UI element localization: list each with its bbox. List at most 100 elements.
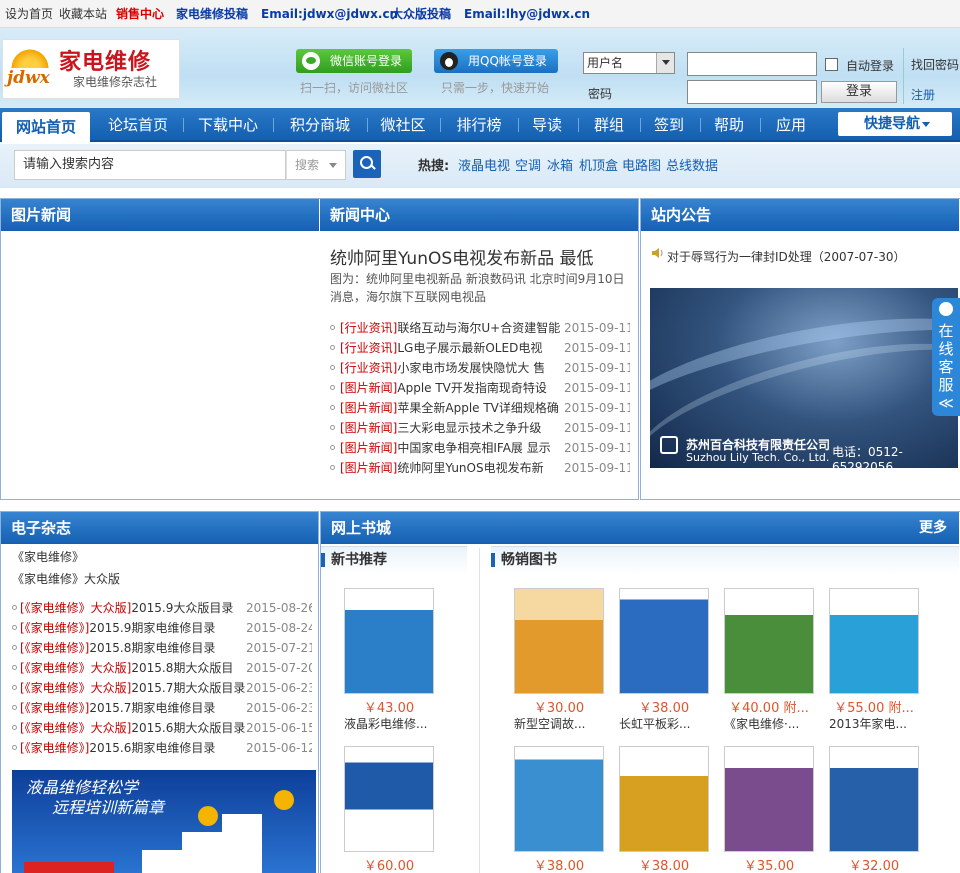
book-cover[interactable] bbox=[344, 588, 434, 694]
nav-item-groups[interactable]: 群组 bbox=[584, 108, 634, 142]
list-item[interactable]: [《家电维修》]2015.6期家电维修目录 2015-06-12 bbox=[12, 738, 312, 758]
list-item[interactable]: [行业资讯]小家电市场发展快隐忧大 售 2015-09-11 bbox=[330, 358, 630, 378]
bestsellers-header: 畅销图书 bbox=[491, 546, 959, 574]
magazine-link[interactable]: 《家电维修》 bbox=[12, 548, 84, 565]
bookstore-header: 网上书城 更多 bbox=[321, 512, 959, 544]
person-icon bbox=[198, 806, 218, 826]
header-divider bbox=[903, 48, 904, 104]
logo-title: 家电维修 bbox=[59, 50, 152, 75]
headline-description: 图为：统帅阿里电视新品 新浪数码讯 北京时间9月10日消息，海尔旗下互联网电视品 bbox=[330, 272, 625, 304]
training-ad-banner[interactable]: 液晶维修轻松学 远程培训新篇章 bbox=[12, 770, 316, 873]
username-select-value: 用户名 bbox=[587, 56, 624, 70]
nav-item-home[interactable]: 网站首页 bbox=[2, 112, 90, 142]
register-link[interactable]: 注册 bbox=[911, 86, 935, 103]
nav-item-forum[interactable]: 论坛首页 bbox=[96, 108, 180, 142]
contribute-link[interactable]: 家电维修投稿 bbox=[176, 0, 248, 28]
book-cover[interactable] bbox=[829, 746, 919, 852]
nav-item-points-mall[interactable]: 积分商城 bbox=[276, 108, 364, 142]
hot-search-item[interactable]: 电路图 bbox=[622, 155, 661, 174]
book-name[interactable]: 长虹平板彩... bbox=[619, 715, 729, 732]
password-input[interactable] bbox=[687, 80, 817, 104]
qq-login-button[interactable]: 用QQ帐号登录 bbox=[434, 49, 558, 73]
hot-search-item[interactable]: 总线数据 bbox=[666, 155, 718, 174]
list-item[interactable]: [图片新闻]三大彩电显示技术之争升级 2015-09-11 bbox=[330, 418, 630, 438]
dropdown-arrow-icon bbox=[656, 53, 674, 73]
headline-title[interactable]: 统帅阿里YunOS电视发布新品 最低 bbox=[330, 244, 594, 269]
popular-contribute-link[interactable]: 大众版投稿 bbox=[391, 0, 451, 28]
book-cover[interactable] bbox=[829, 588, 919, 694]
banner-company-en: Suzhou Lily Tech. Co., Ltd. bbox=[686, 451, 830, 464]
book-price: ￥38.00 bbox=[533, 859, 585, 873]
sun-icon bbox=[9, 46, 51, 68]
book-price: ￥55.00 附... bbox=[834, 701, 914, 716]
hot-search-item[interactable]: 冰箱 bbox=[547, 155, 573, 174]
sales-center-link[interactable]: 销售中心 bbox=[116, 0, 164, 28]
qq-hint: 只需一步，快速开始 bbox=[441, 81, 550, 95]
list-item[interactable]: [《家电维修》]2015.9期家电维修目录 2015-08-24 bbox=[12, 618, 312, 638]
nav-item-apps[interactable]: 应用 bbox=[766, 108, 816, 142]
auto-login-checkbox[interactable] bbox=[825, 58, 838, 71]
search-button[interactable] bbox=[353, 150, 381, 178]
login-button[interactable]: 登录 bbox=[821, 81, 897, 103]
list-item[interactable]: [行业资讯]LG电子展示最新OLED电视 2015-09-11 bbox=[330, 338, 630, 358]
nav-item-guide[interactable]: 导读 bbox=[522, 108, 572, 142]
list-item[interactable]: [《家电维修》大众版]2015.6期大众版目录 2015-06-15 bbox=[12, 718, 312, 738]
list-item[interactable]: [图片新闻]Apple TV开发指南现奇特设 2015-09-11 bbox=[330, 378, 630, 398]
more-link[interactable]: 更多 bbox=[919, 512, 947, 544]
email-link-1[interactable]: Email:jdwx@jdwx.cn bbox=[261, 0, 398, 28]
announcement-item[interactable]: 对于辱骂行为一律封ID处理（2007-07-30） bbox=[667, 248, 906, 265]
hot-search-item[interactable]: 液晶电视 bbox=[458, 155, 510, 174]
book-cover[interactable] bbox=[344, 746, 434, 852]
forgot-password-link[interactable]: 找回密码 bbox=[911, 56, 959, 73]
hot-search-item[interactable]: 空调 bbox=[515, 155, 541, 174]
list-item[interactable]: [《家电维修》大众版]2015.8期大众版目 2015-07-20 bbox=[12, 658, 312, 678]
book-name[interactable]: 新型空调故... bbox=[514, 715, 624, 732]
book-name[interactable]: 液晶彩电维修... bbox=[344, 715, 454, 732]
nav-item-community[interactable]: 微社区 bbox=[370, 108, 436, 142]
wechat-login-button[interactable]: 微信账号登录 bbox=[296, 49, 412, 73]
username-input[interactable] bbox=[687, 52, 817, 76]
site-logo[interactable]: jdwx 家电维修 家电维修杂志社 bbox=[2, 39, 180, 99]
list-item[interactable]: [《家电维修》]2015.7期家电维修目录 2015-06-23 bbox=[12, 698, 312, 718]
photo-news-header: 图片新闻 bbox=[1, 199, 319, 231]
list-item[interactable]: [《家电维修》]2015.8期家电维修目录 2015-07-21 bbox=[12, 638, 312, 658]
company-logo-icon bbox=[660, 436, 678, 454]
list-item[interactable]: [行业资讯]联络互动与海尔U+合资建智能 2015-09-11 bbox=[330, 318, 630, 338]
search-type-select[interactable]: 搜索 bbox=[286, 150, 346, 180]
wechat-icon bbox=[302, 52, 320, 70]
hot-search-item[interactable]: 机顶盒 bbox=[579, 155, 618, 174]
main-nav: 网站首页 论坛首页 下载中心 积分商城 微社区 排行榜 导读 群组 签到 帮助 … bbox=[0, 108, 960, 142]
book-price: ￥43.00 bbox=[363, 701, 415, 716]
book-name[interactable]: 2013年家电... bbox=[829, 715, 939, 732]
magazine-header: 电子杂志 bbox=[1, 512, 318, 544]
book-cover[interactable] bbox=[514, 588, 604, 694]
bookmark-link[interactable]: 收藏本站 bbox=[59, 0, 107, 28]
online-service-button[interactable]: 在线客服 ≪ bbox=[932, 298, 960, 416]
logo-short: jdwx bbox=[7, 68, 50, 88]
list-item[interactable]: [《家电维修》大众版]2015.7期大众版目录 2015-06-23 bbox=[12, 678, 312, 698]
nav-item-download[interactable]: 下载中心 bbox=[186, 108, 270, 142]
search-input[interactable]: 请输入搜索内容 bbox=[14, 150, 286, 180]
list-item[interactable]: [图片新闻]中国家电争相亮相IFA展 显示 2015-09-11 bbox=[330, 438, 630, 458]
book-cover[interactable] bbox=[724, 588, 814, 694]
company-banner[interactable]: 苏州百合科技有限责任公司 Suzhou Lily Tech. Co., Ltd.… bbox=[650, 288, 958, 468]
service-icon bbox=[939, 302, 953, 316]
nav-item-ranking[interactable]: 排行榜 bbox=[444, 108, 514, 142]
book-cover[interactable] bbox=[619, 588, 709, 694]
list-item[interactable]: [图片新闻]苹果全新Apple TV详细规格确 2015-09-11 bbox=[330, 398, 630, 418]
list-item[interactable]: [图片新闻]统帅阿里YunOS电视发布新 2015-09-11 bbox=[330, 458, 630, 478]
nav-item-checkin[interactable]: 签到 bbox=[644, 108, 694, 142]
book-cover[interactable] bbox=[724, 746, 814, 852]
book-name[interactable]: 《家电维修·... bbox=[724, 715, 834, 732]
book-price: ￥35.00 bbox=[743, 859, 795, 873]
nav-item-help[interactable]: 帮助 bbox=[704, 108, 754, 142]
magazine-link[interactable]: 《家电维修》大众版 bbox=[12, 570, 120, 587]
set-homepage-link[interactable]: 设为首页 bbox=[5, 0, 53, 28]
book-cover[interactable] bbox=[514, 746, 604, 852]
email-link-2[interactable]: Email:lhy@jdwx.cn bbox=[464, 0, 590, 28]
list-item[interactable]: [《家电维修》大众版]2015.9大众版目录 2015-08-26 bbox=[12, 598, 312, 618]
news-center-header: 新闻中心 bbox=[320, 199, 638, 231]
quick-nav-button[interactable]: 快捷导航 bbox=[838, 112, 952, 136]
book-cover[interactable] bbox=[619, 746, 709, 852]
username-type-select[interactable]: 用户名 bbox=[583, 52, 675, 74]
